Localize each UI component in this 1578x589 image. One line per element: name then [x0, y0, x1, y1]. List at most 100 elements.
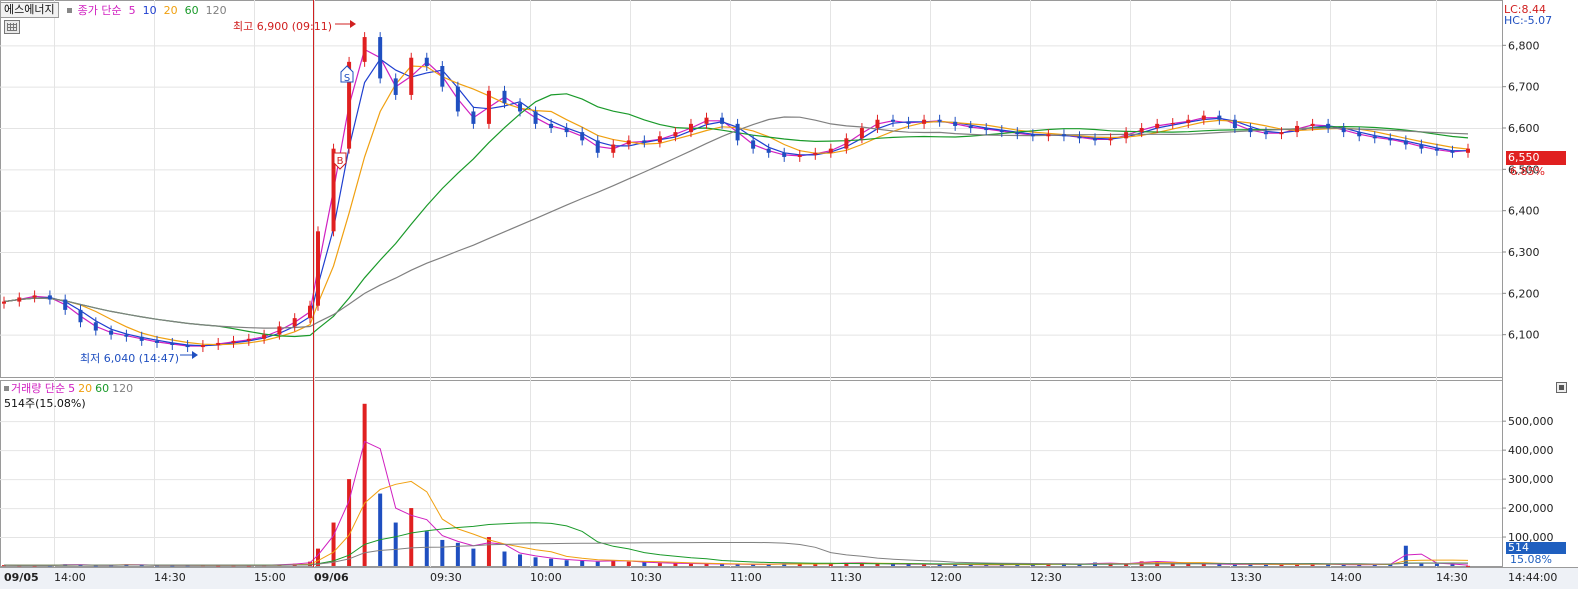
- volume-tick-label: 500,000: [1508, 415, 1554, 428]
- volume-bar: [440, 539, 445, 566]
- volume-moving-averages: [3, 440, 1469, 566]
- volume-tick-label: 400,000: [1508, 444, 1554, 457]
- candle-body: [766, 148, 771, 153]
- candle-body: [424, 57, 429, 66]
- stock-selector-button[interactable]: 에스에너지: [0, 2, 59, 18]
- candle-body: [440, 66, 445, 87]
- candle-body: [1372, 136, 1377, 139]
- volume-tick-label: 200,000: [1508, 502, 1554, 515]
- volume-bar: [347, 479, 352, 566]
- candle-body: [642, 140, 647, 143]
- candle-body: [1248, 128, 1253, 133]
- candle-body: [797, 154, 802, 157]
- candle-body: [704, 117, 709, 124]
- candle-body: [953, 121, 958, 126]
- candle-body: [1403, 140, 1408, 145]
- price-tick-label: 6,100: [1508, 329, 1540, 342]
- price-indicator-label[interactable]: 종가 단순: [78, 2, 122, 18]
- candle-body: [63, 299, 68, 310]
- candle-body: [1124, 132, 1129, 139]
- time-tick-label: 12:30: [1030, 571, 1062, 584]
- time-tick-label: 11:00: [730, 571, 762, 584]
- volume-ma-line: [3, 440, 1469, 566]
- hc-value: HC:-5.07: [1504, 14, 1553, 27]
- candle-body: [1326, 123, 1331, 128]
- candle-body: [471, 111, 476, 124]
- volume-bar: [564, 560, 569, 566]
- candle-body: [409, 57, 414, 95]
- volume-ma-line: [3, 542, 1469, 566]
- candle-body: [362, 37, 367, 62]
- candle-body: [968, 125, 973, 128]
- ma-vol-60: 60: [95, 381, 110, 395]
- candle-body: [828, 148, 833, 153]
- volume-panel-frame: [0, 380, 1503, 567]
- candle-body: [518, 103, 523, 112]
- candle-body: [906, 121, 911, 124]
- time-tick-label: 13:30: [1230, 571, 1262, 584]
- candle-body: [1030, 134, 1035, 137]
- candle-body: [231, 340, 236, 343]
- price-legend-bar: 에스에너지 종가 단순 5 10 20 60 120: [0, 2, 227, 18]
- time-tick-label: 10:30: [630, 571, 662, 584]
- time-tick-label: 12:00: [930, 571, 962, 584]
- candle-body: [308, 305, 312, 319]
- candle-body: [486, 90, 491, 124]
- candle-body: [1108, 138, 1113, 141]
- ma-vol-20: 20: [78, 381, 93, 395]
- candle-body: [1341, 128, 1346, 133]
- last-volume-pct: 15.08%: [1510, 553, 1552, 566]
- candle-body: [155, 340, 159, 343]
- time-tick-label: 09/06: [314, 571, 349, 584]
- time-tick-label: 14:30: [154, 571, 186, 584]
- candle-body: [47, 295, 52, 300]
- volume-bar: [409, 508, 414, 566]
- buy-marker-label: B: [337, 156, 344, 167]
- candles: [2, 32, 1470, 353]
- price-ma-line: [3, 48, 1469, 347]
- candle-body: [1077, 136, 1082, 139]
- candle-body: [937, 119, 942, 122]
- candle-body: [1061, 134, 1066, 137]
- candle-body: [1201, 115, 1206, 120]
- price-tick-label: 6,700: [1508, 81, 1540, 94]
- candle-body: [139, 336, 144, 341]
- volume-indicator-label[interactable]: 거래량 단순: [11, 380, 65, 396]
- volume-ma-line: [3, 522, 1469, 566]
- candle-body: [657, 136, 662, 143]
- stock-chart: 6,100 6,200 6,300 6,400 6,500 6,600 6,700 6,800…: [0, 0, 1578, 589]
- candle-body: [246, 338, 251, 341]
- panel-collapse-icon[interactable]: [1556, 382, 1567, 393]
- candle-body: [1434, 148, 1439, 151]
- candle-body: [1093, 138, 1098, 141]
- candle-body: [502, 90, 507, 104]
- ma-price-120: 120: [205, 3, 227, 17]
- candle-body: [200, 345, 205, 348]
- candle-body: [1217, 115, 1222, 120]
- volume-bar: [626, 561, 631, 566]
- chart-canvas: 6,1006,2006,3006,4006,5006,6006,7006,800…: [0, 0, 1578, 589]
- grid-toggle-icon[interactable]: [4, 20, 20, 34]
- candle-body: [1388, 138, 1393, 141]
- volume-tick-label: 300,000: [1508, 473, 1554, 486]
- candle-body: [1139, 128, 1144, 133]
- candle-body: [813, 152, 818, 155]
- candle-body: [78, 309, 83, 323]
- candle-body: [378, 37, 383, 79]
- candle-body: [1357, 132, 1362, 137]
- candle-body: [170, 342, 175, 345]
- volume-bar: [486, 537, 491, 566]
- low-arrowhead: [192, 351, 198, 359]
- candle-body: [1232, 119, 1237, 128]
- volume-bar: [502, 551, 507, 566]
- time-tick-label: 09/05: [4, 571, 39, 584]
- candle-body: [580, 132, 585, 141]
- grid-lines: [0, 0, 1502, 567]
- candle-body: [1450, 150, 1455, 153]
- volume-bar: [331, 522, 336, 566]
- candle-body: [1046, 134, 1051, 137]
- volume-bar: [891, 564, 895, 566]
- candle-body: [316, 231, 320, 306]
- time-tick-label: 14:30: [1436, 571, 1468, 584]
- volume-legend-bar: 거래량 단순 5 20 60 120: [0, 381, 133, 395]
